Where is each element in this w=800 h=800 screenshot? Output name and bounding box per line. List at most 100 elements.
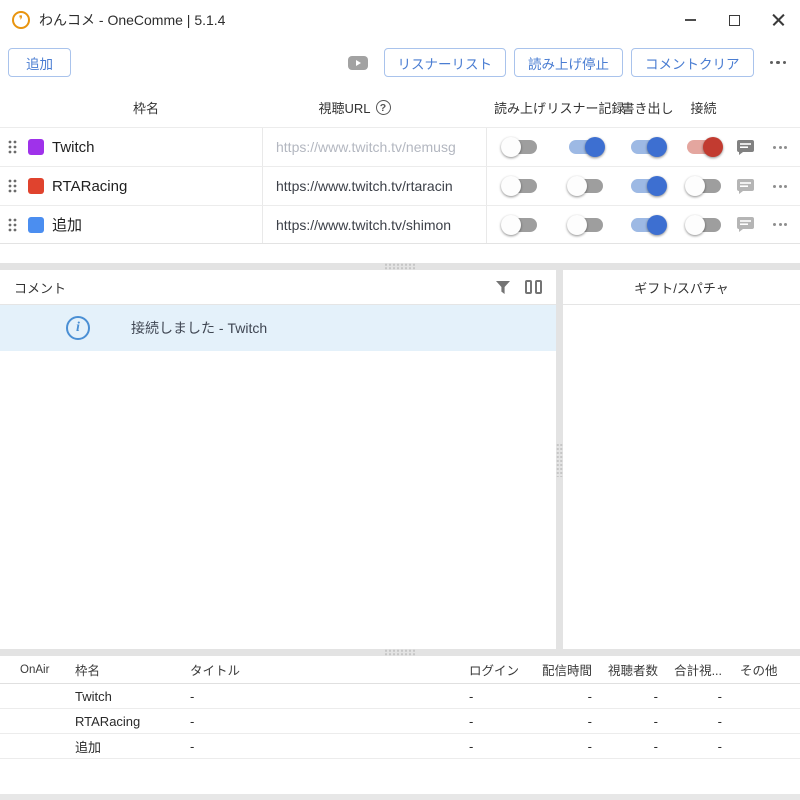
horizontal-splitter-top[interactable] [0, 263, 800, 270]
frame-name: Twitch [52, 139, 95, 156]
status-frame-name: RTARacing [60, 714, 175, 729]
splitter-grip-icon [556, 443, 563, 477]
stream-row-tsuika: 追加 [0, 205, 800, 244]
row-menu-icon[interactable] [773, 223, 787, 226]
listener-record-toggle[interactable] [569, 215, 603, 235]
horizontal-splitter-bottom[interactable] [0, 649, 800, 656]
close-button[interactable] [756, 0, 800, 40]
clear-comments-button[interactable]: コメントクリア [631, 48, 754, 77]
stream-row-rtaracing: RTARacing [0, 166, 800, 205]
speech-toggle[interactable] [503, 176, 537, 196]
connect-toggle[interactable] [687, 137, 721, 157]
chat-bubble-icon[interactable] [737, 140, 754, 155]
minimize-button[interactable] [668, 0, 712, 40]
status-frame-name: Twitch [60, 689, 175, 704]
header-duration: 配信時間 [530, 660, 592, 679]
frame-color-swatch[interactable] [28, 139, 44, 155]
gift-panel-header: ギフト/スパチャ [563, 270, 800, 305]
status-duration: - [530, 689, 592, 704]
header-speech: 読み上げ [487, 88, 553, 127]
comment-list-item-info[interactable]: i 接続しました - Twitch [0, 305, 556, 351]
connect-toggle[interactable] [687, 176, 721, 196]
stream-row-twitch: Twitch [0, 127, 800, 166]
status-login: - [455, 739, 530, 754]
header-onair: OnAir [0, 664, 60, 676]
status-total: - [658, 739, 722, 754]
gift-panel: ギフト/スパチャ [563, 270, 800, 649]
minimize-icon [685, 19, 696, 21]
status-total: - [658, 714, 722, 729]
help-icon[interactable]: ? [376, 100, 391, 115]
header-total-viewers: 合計視... [658, 660, 722, 679]
watch-url-input[interactable] [276, 217, 481, 233]
toolbar: 追加 リスナーリスト 読み上げ停止 コメントクリア [0, 40, 800, 88]
drag-handle-icon[interactable] [8, 218, 17, 232]
speech-toggle[interactable] [503, 215, 537, 235]
status-title: - [175, 714, 455, 729]
stop-speech-button[interactable]: 読み上げ停止 [514, 48, 623, 77]
status-frame-name: 追加 [60, 737, 175, 756]
listener-record-toggle[interactable] [569, 176, 603, 196]
header-viewers: 視聴者数 [592, 660, 658, 679]
column-layout-icon[interactable] [525, 280, 542, 294]
listener-list-button[interactable]: リスナーリスト [384, 48, 507, 77]
header-frame-name: 枠名 [0, 88, 262, 127]
header-title: タイトル [175, 660, 455, 679]
splitter-grip-icon [384, 649, 416, 656]
header-listener-record: リスナー記録 [553, 88, 618, 127]
toolbar-right: リスナーリスト 読み上げ停止 コメントクリア [348, 48, 787, 77]
stream-table-header: 枠名 視聴URL ? 読み上げ リスナー記録 書き出し 接続 [0, 88, 800, 127]
export-toggle[interactable] [631, 137, 665, 157]
drag-handle-icon[interactable] [8, 140, 17, 154]
status-table: OnAir 枠名 タイトル ログイン 配信時間 視聴者数 合計視... その他 … [0, 656, 800, 759]
row-menu-icon[interactable] [773, 185, 787, 188]
window-title: わんコメ - OneComme | 5.1.4 [39, 10, 225, 30]
chat-bubble-icon[interactable] [737, 217, 754, 232]
status-table-header: OnAir 枠名 タイトル ログイン 配信時間 視聴者数 合計視... その他 [0, 656, 800, 684]
app-logo-icon: ❜ [12, 11, 30, 29]
frame-color-swatch[interactable] [28, 178, 44, 194]
watch-url-input[interactable] [276, 178, 481, 194]
drag-handle-icon[interactable] [8, 179, 17, 193]
export-toggle[interactable] [631, 215, 665, 235]
status-title: - [175, 689, 455, 704]
stream-table: 枠名 視聴URL ? 読み上げ リスナー記録 書き出し 接続 Twitch [0, 88, 800, 244]
youtube-icon[interactable] [348, 56, 368, 70]
filter-icon[interactable] [496, 281, 510, 294]
status-login: - [455, 689, 530, 704]
header-frame-name: 枠名 [60, 660, 175, 679]
maximize-icon [729, 15, 740, 26]
splitter-grip-icon [384, 263, 416, 270]
comment-panel-header: コメント [0, 270, 556, 305]
status-duration: - [530, 714, 592, 729]
speech-toggle[interactable] [503, 137, 537, 157]
connect-toggle[interactable] [687, 215, 721, 235]
status-login: - [455, 714, 530, 729]
status-viewers: - [592, 739, 658, 754]
info-message: 接続しました - Twitch [131, 318, 267, 338]
frame-name: RTARacing [52, 178, 127, 195]
header-watch-url: 視聴URL ? [262, 88, 487, 127]
listener-record-toggle[interactable] [569, 137, 603, 157]
watch-url-input[interactable] [276, 139, 481, 155]
export-toggle[interactable] [631, 176, 665, 196]
status-duration: - [530, 739, 592, 754]
status-row-twitch[interactable]: Twitch - - - - - [0, 684, 800, 709]
status-row-tsuika[interactable]: 追加 - - - - - [0, 734, 800, 759]
row-menu-icon[interactable] [773, 146, 787, 149]
add-frame-button[interactable]: 追加 [8, 48, 71, 77]
status-viewers: - [592, 714, 658, 729]
close-icon [772, 14, 785, 27]
title-bar: ❜ わんコメ - OneComme | 5.1.4 [0, 0, 800, 40]
status-row-rtaracing[interactable]: RTARacing - - - - - [0, 709, 800, 734]
maximize-button[interactable] [712, 0, 756, 40]
header-connect: 接続 [677, 88, 730, 127]
frame-color-swatch[interactable] [28, 217, 44, 233]
overflow-menu-icon[interactable] [770, 61, 787, 65]
bottom-resize-strip[interactable] [0, 794, 800, 800]
chat-bubble-icon[interactable] [737, 179, 754, 194]
window-controls [668, 0, 800, 40]
gift-panel-title: ギフト/スパチャ [634, 278, 728, 297]
vertical-splitter[interactable] [556, 270, 563, 649]
comment-panel-title: コメント [14, 278, 496, 297]
